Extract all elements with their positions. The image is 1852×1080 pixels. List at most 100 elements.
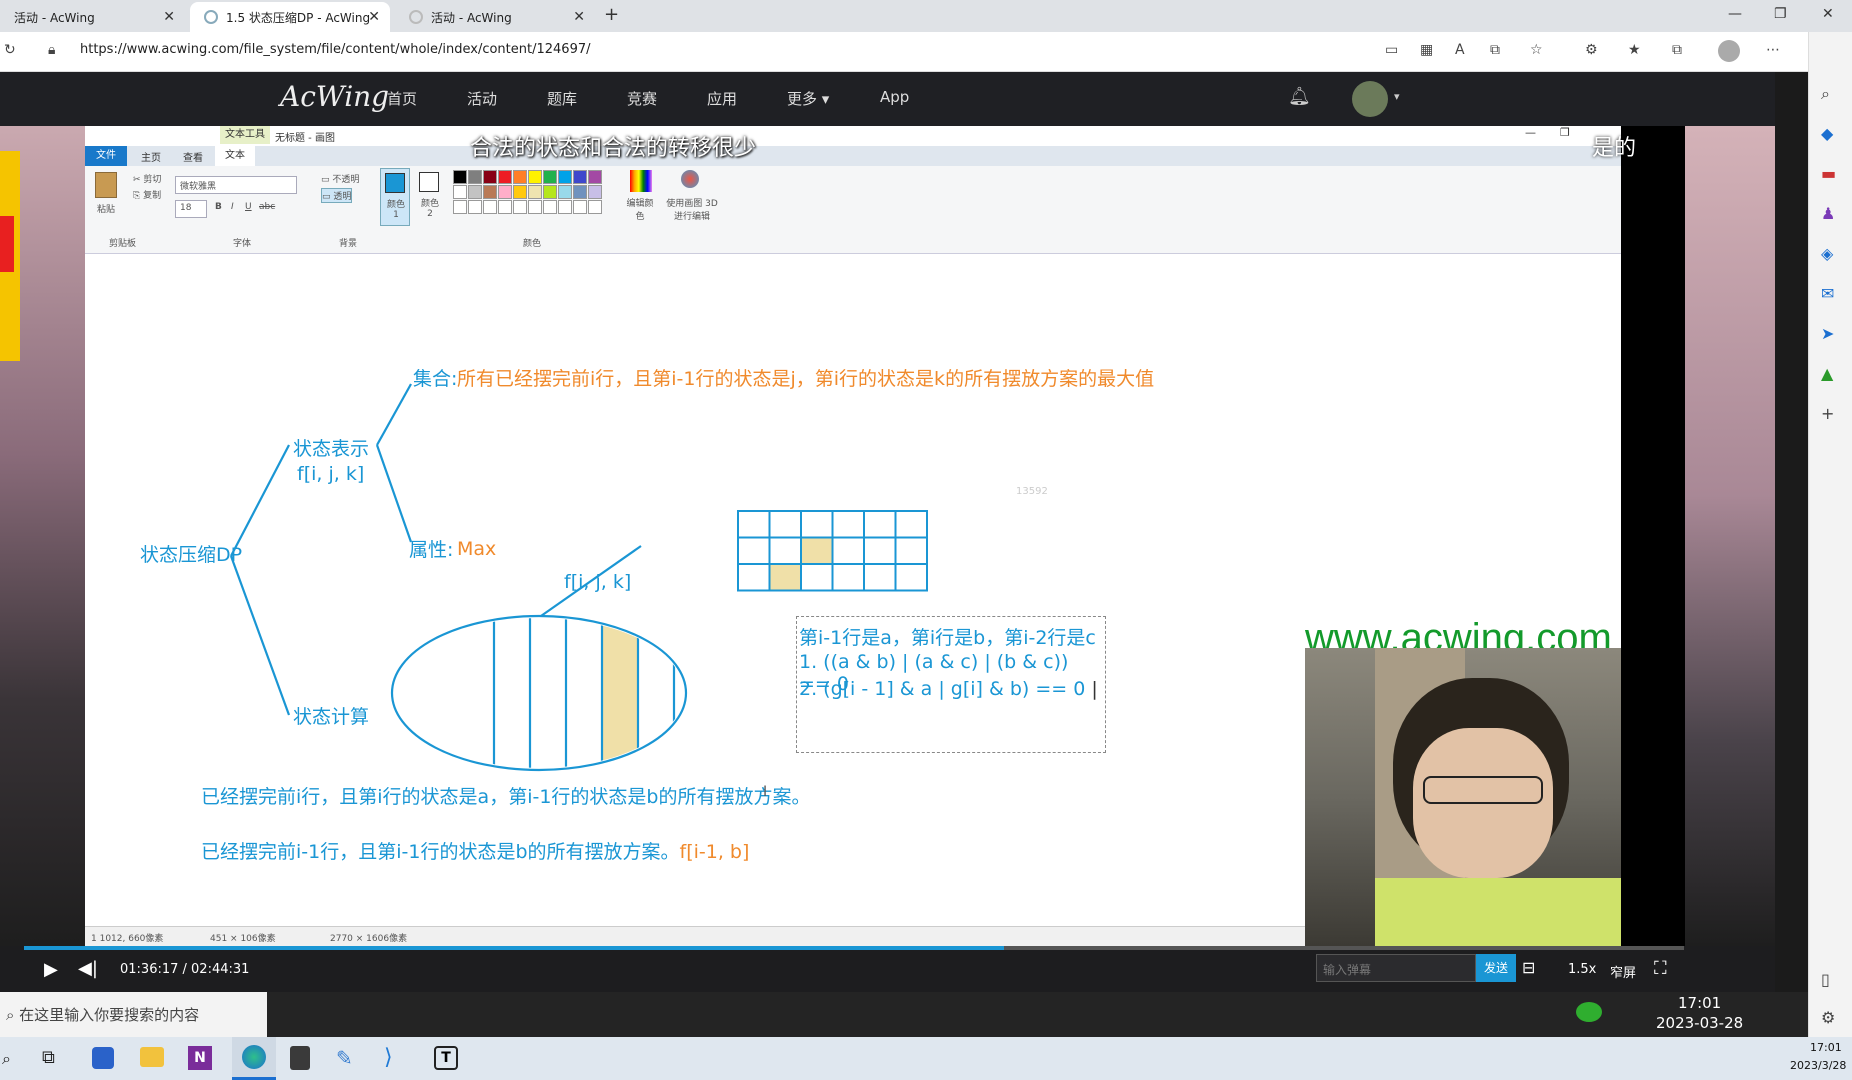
send-button[interactable]: 发送 xyxy=(1476,954,1516,982)
toolbox-icon[interactable]: ▬ xyxy=(1821,164,1836,183)
font-name-select[interactable]: 微软雅黑 xyxy=(175,176,297,194)
extensions-icon[interactable]: ⚙ xyxy=(1585,42,1598,58)
nav-problems[interactable]: 题库 xyxy=(547,88,577,109)
font-size-select[interactable]: 18 xyxy=(175,200,207,218)
calculator-icon[interactable] xyxy=(290,1046,310,1070)
paste-icon[interactable] xyxy=(95,172,117,198)
palette-swatch[interactable] xyxy=(468,170,482,184)
palette-swatch[interactable] xyxy=(558,185,572,199)
copy-label[interactable]: ⎘ 复制 xyxy=(133,188,161,201)
collections-icon[interactable]: ⧉ xyxy=(1672,42,1682,58)
nav-app[interactable]: App xyxy=(880,88,909,106)
tab-home[interactable]: 主页 xyxy=(141,149,161,164)
favorite-icon[interactable]: ☆ xyxy=(1530,42,1543,58)
games-icon[interactable]: ♟ xyxy=(1821,204,1835,223)
text-box[interactable]: 第i-1行是a，第i行是b，第i-2行是c 1. ((a & b) | (a &… xyxy=(796,616,1106,753)
palette-swatch[interactable] xyxy=(483,185,497,199)
send-icon[interactable]: ➤ xyxy=(1821,324,1834,343)
wide-button[interactable]: 窄屏 xyxy=(1610,962,1636,981)
task-view-icon[interactable]: ⧉ xyxy=(42,1047,55,1068)
opaque-option[interactable]: ▭ 不透明 xyxy=(321,172,359,185)
paint3d-label[interactable]: 使用画图 3D 进行编辑 xyxy=(665,196,719,222)
paint-minimize-icon[interactable]: — xyxy=(1525,126,1536,139)
panel-icon[interactable]: ▯ xyxy=(1821,970,1830,989)
palette-swatch[interactable] xyxy=(543,185,557,199)
palette-swatch[interactable] xyxy=(588,170,602,184)
palette-swatch[interactable] xyxy=(558,170,572,184)
typora-icon[interactable]: T xyxy=(434,1046,458,1070)
read-aloud-icon[interactable]: A xyxy=(1455,42,1465,58)
palette-swatch[interactable] xyxy=(468,185,482,199)
palette-swatch[interactable] xyxy=(528,185,542,199)
strike-button[interactable]: abc xyxy=(259,202,275,212)
italic-button[interactable]: I xyxy=(231,202,234,212)
add-icon[interactable]: + xyxy=(1821,404,1834,423)
more-icon[interactable]: ⋯ xyxy=(1766,42,1780,58)
palette-swatch[interactable] xyxy=(483,200,497,214)
lock-icon[interactable]: 🔒︎ xyxy=(48,42,55,58)
nav-apps[interactable]: 应用 xyxy=(707,88,737,109)
chevron-down-icon[interactable]: ▾ xyxy=(1394,90,1400,103)
profile-avatar[interactable] xyxy=(1718,40,1740,62)
split-icon[interactable]: ⧉ xyxy=(1490,42,1500,58)
palette-swatch[interactable] xyxy=(573,170,587,184)
palette-swatch[interactable] xyxy=(468,200,482,214)
palette-swatch[interactable] xyxy=(543,200,557,214)
palette-swatch[interactable] xyxy=(498,200,512,214)
edit-colors-label[interactable]: 编辑颜色 xyxy=(625,196,655,222)
palette-swatch[interactable] xyxy=(573,185,587,199)
palette-swatch[interactable] xyxy=(588,185,602,199)
bell-icon[interactable]: 🔔︎ xyxy=(1288,86,1311,107)
palette-swatch[interactable] xyxy=(498,185,512,199)
progress-bar[interactable] xyxy=(24,946,1684,950)
grid-icon[interactable]: ▦ xyxy=(1420,42,1433,58)
color1-button[interactable]: 颜色 1 xyxy=(380,168,410,226)
minimize-icon[interactable]: — xyxy=(1728,6,1742,22)
tree-icon[interactable]: ▲ xyxy=(1821,364,1833,383)
favorites-icon[interactable]: ★ xyxy=(1628,42,1641,58)
restore-icon[interactable]: ❐ xyxy=(1774,6,1787,22)
palette-swatch[interactable] xyxy=(453,170,467,184)
onenote-icon[interactable]: N xyxy=(188,1046,212,1070)
tab-activity[interactable]: 活动 - AcWing ✕ xyxy=(0,2,185,32)
tab-view[interactable]: 查看 xyxy=(183,149,203,164)
palette-swatch[interactable] xyxy=(513,185,527,199)
tab-file[interactable]: 文件 xyxy=(85,146,127,166)
store-icon[interactable] xyxy=(92,1047,114,1069)
play-icon[interactable]: ▶ xyxy=(44,959,58,980)
cut-label[interactable]: ✂ 剪切 xyxy=(133,172,161,185)
settings-icon[interactable]: ⚙ xyxy=(1821,1008,1835,1027)
palette-swatch[interactable] xyxy=(558,200,572,214)
palette-swatch[interactable] xyxy=(453,185,467,199)
paint-restore-icon[interactable]: ❐ xyxy=(1560,126,1570,139)
nav-home[interactable]: 首页 xyxy=(387,88,417,109)
vscode-icon[interactable]: ⟩ xyxy=(384,1045,393,1070)
tab-text[interactable]: 文本 xyxy=(215,146,255,166)
close-icon[interactable]: ✕ xyxy=(573,9,585,25)
palette-swatch[interactable] xyxy=(453,200,467,214)
reader-icon[interactable]: ▭ xyxy=(1385,42,1398,58)
palette-swatch[interactable] xyxy=(528,200,542,214)
new-tab-icon[interactable]: + xyxy=(604,4,619,25)
nav-contest[interactable]: 竞赛 xyxy=(627,88,657,109)
volume-icon[interactable]: ◀| xyxy=(78,958,98,979)
url-field[interactable]: https://www.acwing.com/file_system/file/… xyxy=(80,42,591,57)
palette-swatch[interactable] xyxy=(543,170,557,184)
close-icon[interactable]: ✕ xyxy=(368,9,380,25)
close-window-icon[interactable]: ✕ xyxy=(1822,6,1834,22)
outlook-icon[interactable]: ✉ xyxy=(1821,284,1834,303)
office-icon[interactable]: ◈ xyxy=(1821,244,1833,263)
refresh-icon[interactable]: ↻ xyxy=(4,42,16,58)
fullscreen-icon[interactable]: ⛶ xyxy=(1654,958,1667,979)
search-icon[interactable]: ⌕ xyxy=(2,1049,11,1069)
tab-current[interactable]: 1.5 状态压缩DP - AcWing ✕ xyxy=(190,2,390,32)
paste-label[interactable]: 粘贴 xyxy=(97,202,115,215)
tab-activity-2[interactable]: 活动 - AcWing ✕ xyxy=(395,2,595,32)
search-icon[interactable]: ⌕ xyxy=(1821,84,1830,104)
palette-swatch[interactable] xyxy=(513,170,527,184)
color-palette[interactable] xyxy=(453,170,603,222)
transparent-option[interactable]: ▭ 透明 xyxy=(321,188,353,203)
underline-button[interactable]: U xyxy=(245,202,252,212)
paint3d-icon[interactable] xyxy=(681,170,699,188)
bold-button[interactable]: B xyxy=(215,202,222,212)
